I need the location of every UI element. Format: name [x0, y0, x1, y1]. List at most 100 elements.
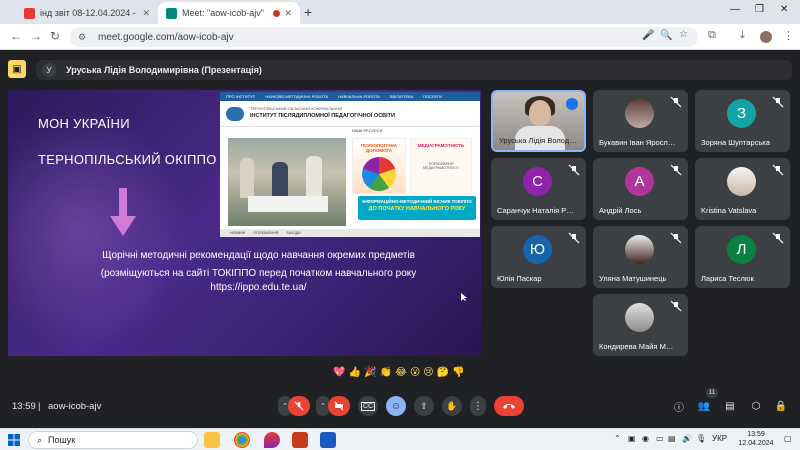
- participant-tile[interactable]: З Зоряна Шуптарська: [695, 90, 790, 152]
- reload-icon[interactable]: ↻: [50, 29, 60, 43]
- tray-chevron-icon[interactable]: ⌃: [614, 434, 621, 443]
- reaction-thinking[interactable]: 🤔: [437, 367, 449, 378]
- restore-icon[interactable]: ❐: [755, 4, 764, 15]
- participant-name: Кондирева Майя М…: [599, 342, 674, 351]
- bookmark-star-icon[interactable]: ☆: [679, 29, 688, 40]
- participant-photo: [727, 167, 756, 196]
- meet-icon: [166, 7, 177, 19]
- presenting-icon[interactable]: ▣: [8, 60, 26, 78]
- reaction-heart[interactable]: 💖: [333, 367, 345, 378]
- emoji-reactions-button[interactable]: ☺: [386, 396, 406, 416]
- chat-icon: ▤: [725, 400, 735, 412]
- camera-tray-icon[interactable]: ◉: [642, 434, 649, 443]
- reaction-clap[interactable]: 👏: [380, 367, 392, 378]
- reaction-surprised[interactable]: 😮: [410, 367, 420, 378]
- microphone-toggle-button[interactable]: [288, 396, 310, 416]
- participant-tile[interactable]: Уруська Лідія Волод…: [491, 90, 586, 152]
- forward-icon[interactable]: →: [30, 29, 42, 43]
- participant-tile[interactable]: С Саранчук Наталія Р…: [491, 158, 586, 220]
- meeting-controls: 13:59 | aow-icob-ajv ⌃ ⌃ CC ☺ ⇪ ✋ ⋮ ⓘ 11…: [0, 388, 800, 428]
- recording-indicator-icon: [273, 9, 281, 17]
- powerpoint-icon[interactable]: [292, 432, 308, 448]
- color-app-icon[interactable]: [264, 432, 280, 448]
- reaction-thumbs-up[interactable]: 👍: [349, 367, 361, 378]
- taskbar-search[interactable]: ⌕ Пошук: [28, 431, 198, 449]
- close-window-icon[interactable]: ✕: [780, 4, 788, 15]
- participant-name: Саранчук Наталія Р…: [497, 206, 574, 215]
- reaction-party[interactable]: 🎉: [364, 367, 376, 378]
- participant-count-badge: 11: [706, 388, 718, 398]
- browser-toolbar: ← → ↻ ⚙ meet.google.com/aow-icob-ajv 🎤 🔍…: [0, 24, 800, 50]
- minimize-icon[interactable]: —: [730, 4, 740, 15]
- media-literacy-card: МЕДІАГРАМОТНІСТЬ ФОРМУВАННЯ МЕДІАГРАМОТН…: [410, 138, 472, 194]
- slide-glow: [8, 110, 188, 350]
- browser-tab-strip: інд звіт 08-12.04.2024 - m.konс ✕ Meet: …: [0, 0, 800, 24]
- participant-tile[interactable]: Букавин Іван Яросл…: [593, 90, 688, 152]
- meeting-code: aow-icob-ajv: [48, 401, 102, 412]
- participant-name: Уруська Лідія Волод…: [499, 136, 577, 145]
- muted-mic-icon: [670, 300, 682, 312]
- meeting-time: 13:59: [12, 401, 36, 412]
- microphone-icon[interactable]: 🎤: [642, 30, 654, 41]
- participant-tile[interactable]: Kristina Vatslava: [695, 158, 790, 220]
- reaction-laugh[interactable]: 😂: [395, 367, 407, 378]
- language-indicator[interactable]: УКР: [712, 434, 727, 443]
- microphone-tray-icon[interactable]: 🎙: [696, 434, 706, 443]
- tray-app-icon[interactable]: ▭: [656, 434, 664, 443]
- participant-tile[interactable]: Л Лариса Теслюк: [695, 226, 790, 288]
- tab-individual-report[interactable]: інд звіт 08-12.04.2024 - m.konс ✕: [16, 2, 158, 24]
- close-tab-icon[interactable]: ✕: [284, 8, 292, 19]
- file-explorer-icon[interactable]: [204, 432, 220, 448]
- host-controls-button[interactable]: 🔒: [773, 398, 789, 414]
- back-icon[interactable]: ←: [10, 29, 22, 43]
- site-info-icon[interactable]: ⚙: [78, 32, 90, 42]
- screen: інд звіт 08-12.04.2024 - m.konс ✕ Meet: …: [0, 0, 800, 450]
- meeting-info-button[interactable]: ⓘ: [671, 398, 687, 414]
- leave-call-button[interactable]: [494, 396, 524, 416]
- search-placeholder: Пошук: [48, 435, 76, 445]
- volume-icon[interactable]: 🔊: [682, 434, 692, 443]
- participant-tile[interactable]: Кондирева Майя М…: [593, 294, 688, 356]
- reaction-sad[interactable]: 😢: [423, 367, 433, 378]
- chat-button[interactable]: ▤: [722, 398, 738, 414]
- people-button[interactable]: 👥: [696, 398, 712, 414]
- activities-button[interactable]: ⬡: [748, 398, 764, 414]
- participant-name: Уляна Матушинець: [599, 274, 667, 283]
- participant-photo: [625, 99, 654, 128]
- zoom-icon[interactable]: 🔍: [660, 30, 672, 41]
- menu-kebab-icon[interactable]: ⋮: [783, 29, 794, 42]
- taskbar-clock[interactable]: 13:59 12.04.2024: [732, 430, 780, 448]
- raise-hand-button[interactable]: ✋: [442, 396, 462, 416]
- institute-logo: [226, 107, 244, 121]
- address-bar[interactable]: ⚙ meet.google.com/aow-icob-ajv: [70, 27, 698, 47]
- tray-app-icon[interactable]: ▣: [628, 434, 636, 443]
- present-now-button[interactable]: ⇪: [414, 396, 434, 416]
- more-options-button[interactable]: ⋮: [470, 396, 486, 416]
- windows-taskbar: ⌕ Пошук ⌃ ▣ ◉ ▭ ▤ 🔊 🎙 УКР 13:59 12.04.20…: [0, 428, 800, 450]
- reaction-thumbs-down[interactable]: 👎: [452, 367, 464, 378]
- windows-start-icon[interactable]: [8, 434, 20, 446]
- captions-button[interactable]: CC: [358, 396, 378, 416]
- new-tab-button[interactable]: +: [304, 4, 312, 20]
- camera-toggle-button[interactable]: [328, 396, 350, 416]
- participant-avatar: З: [727, 99, 756, 128]
- participant-tile[interactable]: Ю Юлія Паскар: [491, 226, 586, 288]
- website-nav: ПРО ІНСТИТУТ НАУКОВО-МЕТОДИЧНА РОБОТА НА…: [220, 92, 480, 101]
- notifications-icon[interactable]: ▢: [784, 434, 792, 443]
- participant-tile[interactable]: А Андрій Лось: [593, 158, 688, 220]
- word-icon[interactable]: [320, 432, 336, 448]
- extensions-icon[interactable]: ⧉: [708, 29, 716, 42]
- participant-name: Букавин Іван Яросл…: [599, 138, 676, 147]
- participant-tile[interactable]: Уляна Матушинець: [593, 226, 688, 288]
- speaking-indicator-icon: [566, 98, 578, 110]
- muted-mic-icon: [670, 164, 682, 176]
- download-icon[interactable]: ⤓: [740, 29, 745, 42]
- chrome-icon[interactable]: [234, 432, 250, 448]
- muted-mic-icon: [670, 96, 682, 108]
- presenter-avatar: У: [42, 63, 56, 77]
- activities-icon: ⬡: [751, 400, 761, 412]
- network-icon[interactable]: ▤: [668, 434, 676, 443]
- close-tab-icon[interactable]: ✕: [142, 8, 150, 19]
- tab-google-meet[interactable]: Meet: "aow-icob-ajv" ✕: [158, 2, 300, 24]
- profile-avatar[interactable]: [760, 31, 772, 43]
